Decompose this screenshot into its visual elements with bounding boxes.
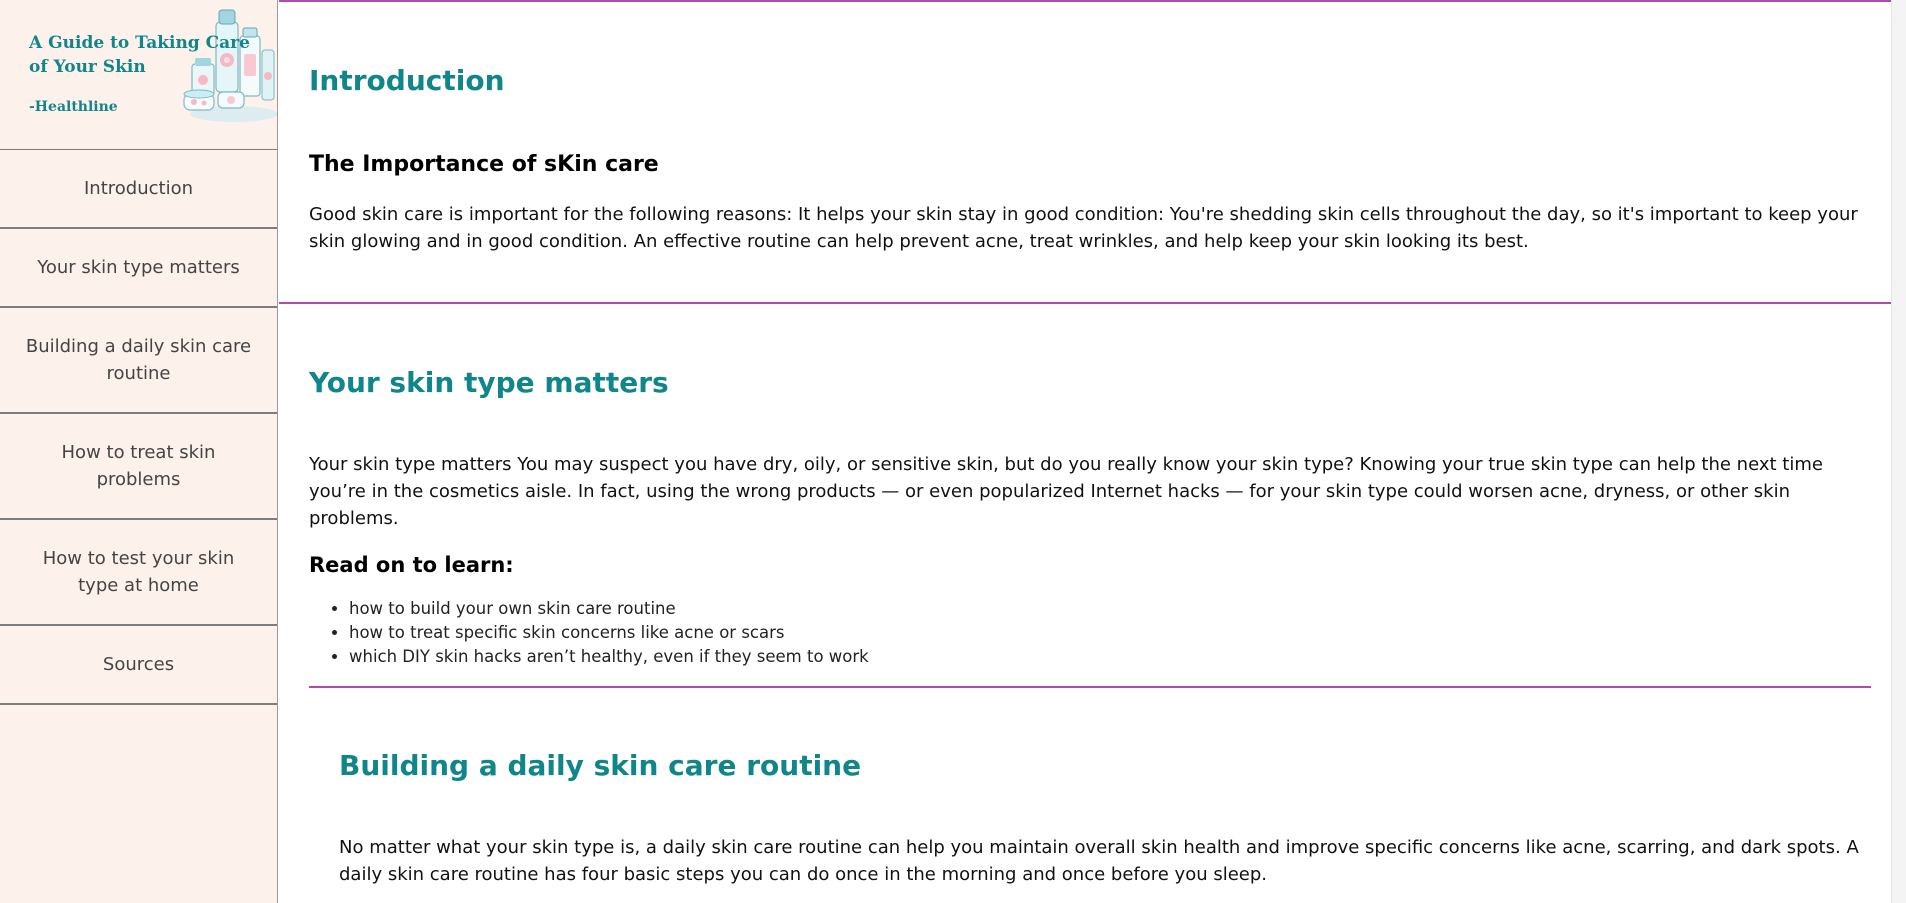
sidebar-nav: A Guide to Taking Care of Your Skin -Hea… [0, 0, 278, 903]
section-divider [309, 686, 1871, 688]
nav-item-how-to-test-skin-type[interactable]: How to test your skin type at home [0, 520, 277, 626]
nav-item-sources[interactable]: Sources [0, 626, 277, 705]
main-content: Introduction The Importance of sKin care… [279, 0, 1891, 903]
nav-item-introduction[interactable]: Introduction [0, 150, 277, 229]
sidebar-header: A Guide to Taking Care of Your Skin -Hea… [0, 0, 277, 150]
importance-subheading: The Importance of sKin care [309, 152, 659, 177]
site-title: A Guide to Taking Care of Your Skin [29, 33, 250, 77]
introduction-heading: Introduction [309, 64, 505, 97]
nav-item-your-skin-type-matters[interactable]: Your skin type matters [0, 229, 277, 308]
learn-list: how to build your own skin care routine … [309, 597, 869, 669]
list-item: how to treat specific skin concerns like… [349, 621, 869, 645]
introduction-paragraph: Good skin care is important for the foll… [309, 204, 1858, 252]
list-item: which DIY skin hacks aren’t healthy, eve… [349, 645, 869, 669]
section-divider [279, 302, 1891, 304]
skin-type-heading: Your skin type matters [309, 366, 669, 399]
routine-paragraph: No matter what your skin type is, a dail… [339, 837, 1859, 885]
nav-item-building-daily-routine[interactable]: Building a daily skin care routine [0, 308, 277, 414]
skin-type-paragraph: Your skin type matters You may suspect y… [309, 454, 1823, 529]
read-on-subheading: Read on to learn: [309, 553, 514, 577]
site-credit: -Healthline [29, 99, 118, 115]
routine-heading: Building a daily skin care routine [339, 749, 862, 782]
list-item: how to build your own skin care routine [349, 597, 869, 621]
page-scrollbar[interactable] [1891, 0, 1906, 903]
nav-item-how-to-treat-skin-problems[interactable]: How to treat skin problems [0, 414, 277, 520]
section-divider [279, 0, 1891, 2]
